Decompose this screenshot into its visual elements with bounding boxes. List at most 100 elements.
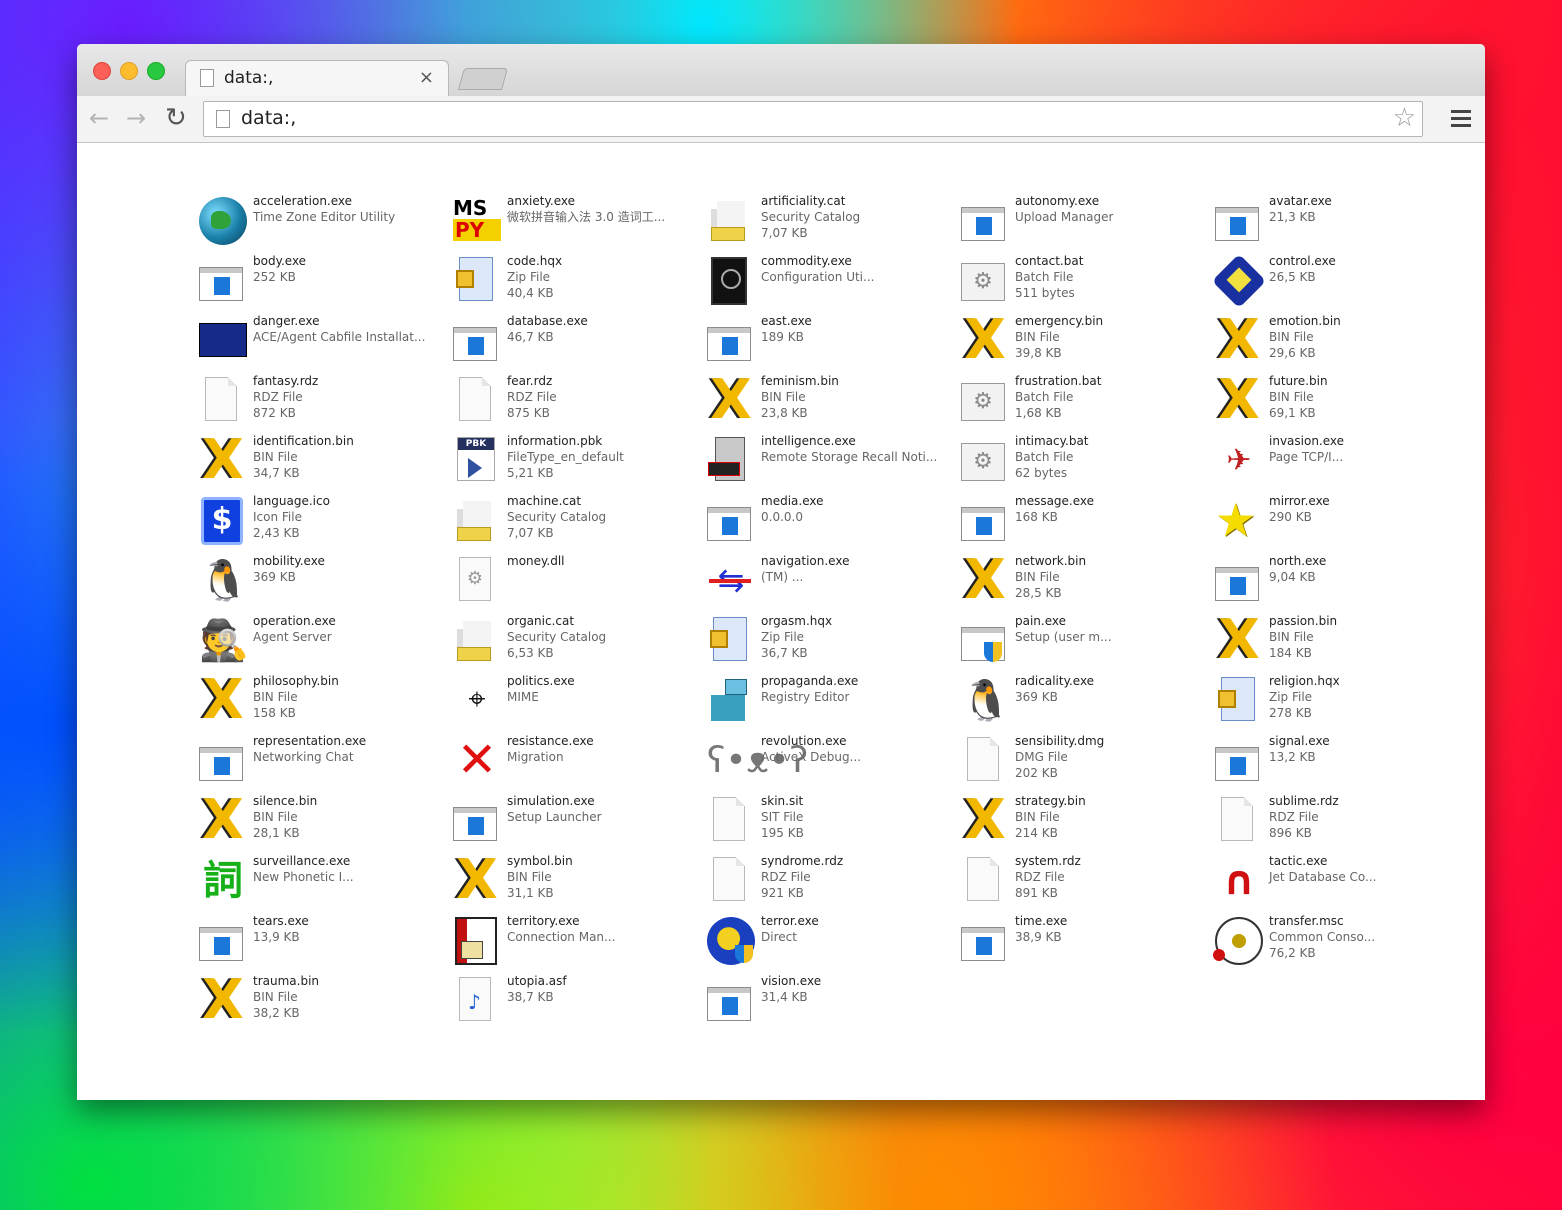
file-item[interactable]: artificiality.cat Security Catalog 7,07 KB [707, 193, 957, 249]
file-item[interactable]: pain.exe Setup (user m... [961, 613, 1211, 669]
file-item[interactable]: ⌖ politics.exe MIME [453, 673, 703, 729]
file-item[interactable]: 🐧 mobility.exe 369 KB [199, 553, 449, 609]
file-item[interactable]: ✕ resistance.exe Migration [453, 733, 703, 789]
file-name: strategy.bin [1015, 794, 1086, 808]
file-description: 38,9 KB [1015, 930, 1062, 944]
file-item[interactable]: utopia.asf 38,7 KB [453, 973, 703, 1029]
file-item[interactable]: message.exe 168 KB [961, 493, 1211, 549]
file-size: 2,43 KB [253, 526, 300, 540]
file-item[interactable]: Xtrauma.bin BIN File 38,2 KB [199, 973, 449, 1029]
file-item[interactable]: time.exe 38,9 KB [961, 913, 1211, 969]
file-item[interactable]: 詞 surveillance.exe New Phonetic I... [199, 853, 449, 909]
file-item[interactable]: avatar.exe 21,3 KB [1215, 193, 1465, 249]
file-item[interactable]: signal.exe 13,2 KB [1215, 733, 1465, 789]
file-item[interactable]: north.exe 9,04 KB [1215, 553, 1465, 609]
file-item[interactable]: terror.exe Direct [707, 913, 957, 969]
file-size: 214 KB [1015, 826, 1058, 840]
file-item[interactable]: 🐧 radicality.exe 369 KB [961, 673, 1211, 729]
file-item[interactable]: representation.exe Networking Chat [199, 733, 449, 789]
menu-icon[interactable] [1451, 110, 1471, 128]
file-item[interactable]: autonomy.exe Upload Manager [961, 193, 1211, 249]
file-item[interactable]: machine.cat Security Catalog 7,07 KB [453, 493, 703, 549]
file-item[interactable]: Xphilosophy.bin BIN File 158 KB [199, 673, 449, 729]
window-close-button[interactable] [93, 62, 111, 80]
file-item[interactable]: ∩ tactic.exe Jet Database Co... [1215, 853, 1465, 909]
file-item[interactable]: database.exe 46,7 KB [453, 313, 703, 369]
file-item[interactable]: sensibility.dmg DMG File 202 KB [961, 733, 1211, 789]
file-item[interactable]: fear.rdz RDZ File 875 KB [453, 373, 703, 429]
file-size: 278 KB [1269, 706, 1312, 720]
file-name: identification.bin [253, 434, 354, 448]
file-item[interactable]: commodity.exe Configuration Uti... [707, 253, 957, 309]
file-item[interactable]: Xstrategy.bin BIN File 214 KB [961, 793, 1211, 849]
batch-gear-icon: ⚙ [961, 263, 1005, 301]
bookmark-star-icon[interactable]: ☆ [1393, 103, 1416, 133]
forward-arrow-icon[interactable]: → [126, 104, 146, 132]
file-item[interactable]: sublime.rdz RDZ File 896 KB [1215, 793, 1465, 849]
app-window-icon [199, 747, 243, 781]
file-item[interactable]: syndrome.rdz RDZ File 921 KB [707, 853, 957, 909]
file-item[interactable]: media.exe 0.0.0.0 [707, 493, 957, 549]
file-item[interactable]: Xpassion.bin BIN File 184 KB [1215, 613, 1465, 669]
file-item[interactable]: Xsilence.bin BIN File 28,1 KB [199, 793, 449, 849]
file-item[interactable]: body.exe 252 KB [199, 253, 449, 309]
file-item[interactable]: ʕ•ᴥ•ʔ revolution.exe ActiveX Debug... [707, 733, 957, 789]
file-item[interactable]: Xidentification.bin BIN File 34,7 KB [199, 433, 449, 489]
file-item[interactable]: Xfeminism.bin BIN File 23,8 KB [707, 373, 957, 429]
tab-active[interactable]: data:, × [185, 60, 449, 97]
app-window-icon [453, 327, 497, 361]
file-item[interactable]: control.exe 26,5 KB [1211, 253, 1465, 309]
tab-close-icon[interactable]: × [419, 67, 434, 88]
address-bar[interactable]: data:, ☆ [203, 101, 1423, 137]
file-item[interactable]: $ language.ico Icon File 2,43 KB [199, 493, 449, 549]
file-item[interactable]: danger.exe ACE/Agent Cabfile Installat... [199, 313, 449, 369]
file-item[interactable]: simulation.exe Setup Launcher [453, 793, 703, 849]
reload-icon[interactable]: ↻ [165, 104, 187, 132]
file-item[interactable]: ⚙ intimacy.bat Batch File 62 bytes [961, 433, 1211, 489]
server-icon [708, 437, 745, 481]
file-item[interactable]: orgasm.hqx Zip File 36,7 KB [707, 613, 957, 669]
file-item[interactable]: intelligence.exe Remote Storage Recall No… [707, 433, 957, 489]
window-minimize-button[interactable] [120, 62, 138, 80]
back-arrow-icon[interactable]: ← [89, 104, 109, 132]
mime-cursor-icon: ⌖ [468, 682, 486, 717]
file-item[interactable]: Xemotion.bin BIN File 29,6 KB [1215, 313, 1465, 369]
file-item[interactable]: Xnetwork.bin BIN File 28,5 KB [961, 553, 1211, 609]
file-item[interactable]: east.exe 189 KB [707, 313, 957, 369]
file-item[interactable]: Xemergency.bin BIN File 39,8 KB [961, 313, 1211, 369]
file-item[interactable]: MS PY anxiety.exe 微软拼音输入法 3.0 造词工... [453, 193, 703, 249]
file-name: feminism.bin [761, 374, 839, 388]
file-item[interactable]: vision.exe 31,4 KB [707, 973, 957, 1029]
file-description: Batch File [1015, 450, 1074, 464]
file-description: MIME [507, 690, 539, 704]
url-text[interactable]: data:, [241, 107, 296, 129]
file-item[interactable]: religion.hqx Zip File 278 KB [1215, 673, 1465, 729]
file-item[interactable]: ⚙ frustration.bat Batch File 1,68 KB [961, 373, 1211, 429]
file-item[interactable]: system.rdz RDZ File 891 KB [961, 853, 1211, 909]
file-description: Zip File [1269, 690, 1313, 704]
file-item[interactable]: information.pbk FileType_en_default 5,21 K… [453, 433, 703, 489]
new-tab-button[interactable] [458, 68, 508, 90]
file-item[interactable]: Xsymbol.bin BIN File 31,1 KB [453, 853, 703, 909]
file-item[interactable]: ⇆ navigation.exe (TM) ... [707, 553, 957, 609]
window-maximize-button[interactable] [147, 62, 165, 80]
file-size: 921 KB [761, 886, 804, 900]
file-name: radicality.exe [1015, 674, 1095, 688]
file-item[interactable]: territory.exe Connection Man... [453, 913, 703, 969]
file-item[interactable]: skin.sit SIT File 195 KB [707, 793, 957, 849]
file-item[interactable]: ✈ invasion.exe Page TCP/I... [1215, 433, 1465, 489]
file-item[interactable]: ⚙ money.dll [453, 553, 703, 609]
file-item[interactable]: code.hqx Zip File 40,4 KB [453, 253, 703, 309]
file-item[interactable]: tears.exe 13,9 KB [199, 913, 449, 969]
file-item[interactable]: fantasy.rdz RDZ File 872 KB [199, 373, 449, 429]
file-item[interactable]: ⚙ contact.bat Batch File 511 bytes [961, 253, 1211, 309]
file-item[interactable]: propaganda.exe Registry Editor [707, 673, 957, 729]
file-name: tears.exe [253, 914, 309, 928]
file-item[interactable]: ★ mirror.exe 290 KB [1215, 493, 1465, 549]
file-item[interactable]: Xfuture.bin BIN File 69,1 KB [1215, 373, 1465, 429]
file-item[interactable]: acceleration.exe Time Zone Editor Utility [199, 193, 449, 249]
file-item[interactable]: 🕵 operation.exe Agent Server [199, 613, 449, 669]
file-name: propaganda.exe [761, 674, 859, 688]
file-item[interactable]: transfer.msc Common Conso... 76,2 KB [1213, 913, 1465, 969]
file-item[interactable]: organic.cat Security Catalog 6,53 KB [453, 613, 703, 669]
